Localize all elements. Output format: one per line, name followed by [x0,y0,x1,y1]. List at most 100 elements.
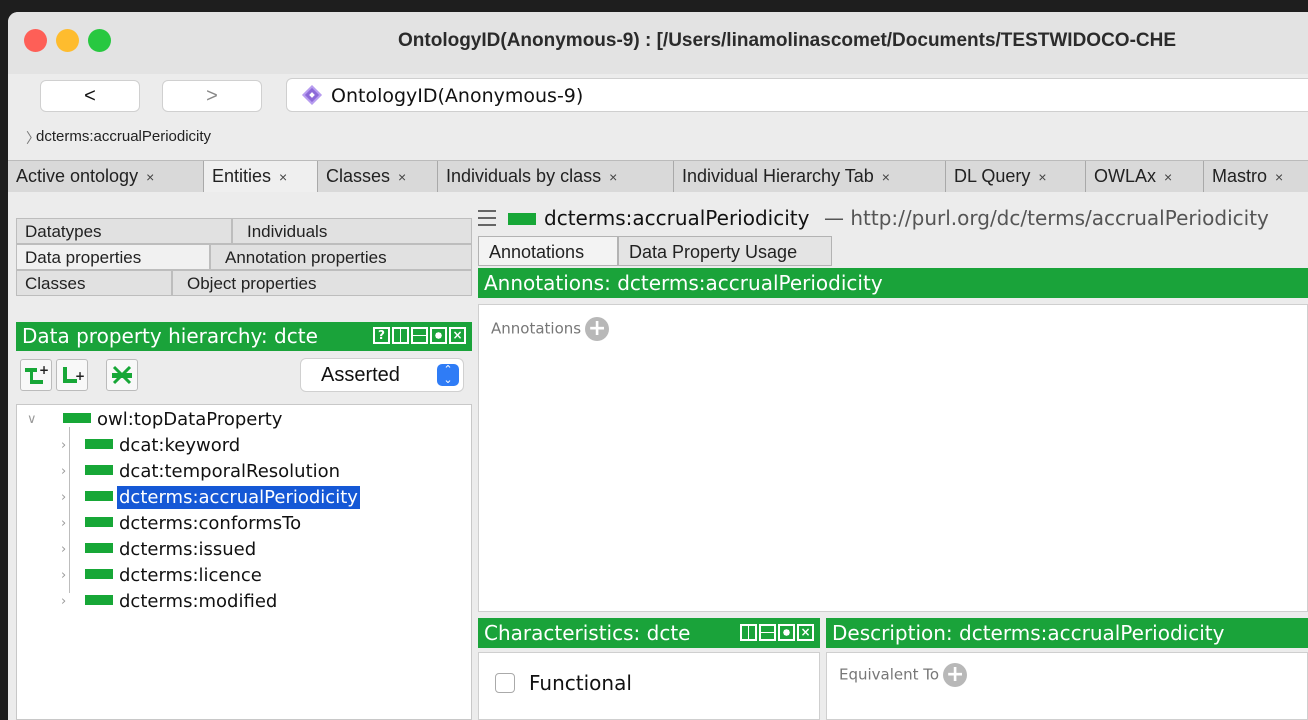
tab-label: Active ontology [16,166,139,186]
tree-node-label: owl:topDataProperty [97,409,283,430]
tab-classes-entity[interactable]: Classes [16,270,172,296]
view-buttons: ? × [371,327,466,351]
tab-owlax[interactable]: OWLAx × [1086,161,1204,192]
tab-active-ontology[interactable]: Active ontology × [8,161,204,192]
tree-root-node[interactable]: ∨ owl:topDataProperty [27,407,284,433]
svg-text:+: + [39,363,49,377]
close-icon[interactable]: × [1038,169,1046,185]
forward-button[interactable]: > [162,80,262,112]
split-vertical-icon[interactable] [740,624,757,641]
tab-label: Classes [326,166,391,186]
add-sub-property-button[interactable]: + [20,359,52,391]
zoom-window-button[interactable] [88,29,111,52]
add-annotation-icon[interactable]: + [585,317,610,341]
add-equivalent-icon[interactable]: + [943,663,968,687]
tab-datatypes[interactable]: Datatypes [16,218,232,244]
close-icon[interactable]: × [1164,169,1172,185]
tab-data-properties[interactable]: Data properties [16,244,210,270]
data-property-icon [85,517,113,527]
entity-iri: — http://purl.org/dc/terms/accrualPeriod… [824,206,1269,230]
ontology-icon [302,85,322,105]
tab-classes[interactable]: Classes × [318,161,438,192]
breadcrumb: 〉 dcterms:accrualPeriodicity [8,118,1308,154]
navigation-bar: < > OntologyID(Anonymous-9) [8,74,1308,118]
annotations-panel: Annotations + [478,304,1308,612]
ontology-address-field[interactable]: OntologyID(Anonymous-9) [286,78,1308,112]
hierarchy-title: Data property hierarchy: dcte [22,324,318,348]
close-view-icon[interactable]: × [449,327,466,344]
equivalent-to-label: Equivalent To [839,665,940,684]
close-window-button[interactable] [24,29,47,52]
annotations-header: Annotations: dcterms:accrualPeriodicity [478,268,1308,298]
tab-mastro[interactable]: Mastro × [1204,161,1308,192]
chevron-right-icon[interactable]: › [61,459,66,485]
tab-individual-hierarchy[interactable]: Individual Hierarchy Tab × [674,161,946,192]
help-icon[interactable]: ? [373,327,390,344]
left-panel: Datatypes Individuals Data properties An… [16,206,472,720]
tab-individuals[interactable]: Individuals [232,218,472,244]
close-icon[interactable]: × [1275,169,1283,185]
close-icon[interactable]: × [279,169,287,185]
split-horizontal-icon[interactable] [411,327,428,344]
tab-annotation-properties[interactable]: Annotation properties [210,244,472,270]
tab-label: Entities [212,166,272,186]
chevron-right-icon[interactable]: › [61,537,66,563]
close-view-icon[interactable]: × [797,624,814,641]
tab-label: OWLAx [1094,166,1157,186]
tree-node[interactable]: › dcat:keyword [61,433,242,459]
tab-annotations[interactable]: Annotations [478,236,618,266]
data-property-icon [85,439,113,449]
chevron-right-icon[interactable]: › [61,433,66,459]
hamburger-menu-icon[interactable] [478,210,496,226]
close-icon[interactable]: × [146,169,154,185]
split-horizontal-icon[interactable] [759,624,776,641]
tree-node-label: dcat:temporalResolution [119,461,341,482]
tab-dl-query[interactable]: DL Query × [946,161,1086,192]
hierarchy-mode-value: Asserted [321,364,400,386]
tree-node-label: dcat:keyword [119,435,241,456]
delete-property-button[interactable] [106,359,138,391]
tree-node[interactable]: › dcterms:issued [61,537,258,563]
minimize-window-button[interactable] [56,29,79,52]
close-icon[interactable]: × [609,169,617,185]
functional-label: Functional [529,671,632,695]
tree-node-selected[interactable]: › dcterms:accrualPeriodicity [61,485,360,511]
hierarchy-mode-select[interactable]: Asserted ⌃ ⌄ [300,358,464,392]
chevron-right-icon[interactable]: › [61,485,66,511]
tree-node[interactable]: › dcat:temporalResolution [61,459,342,485]
tab-label: Mastro [1212,166,1268,186]
float-view-icon[interactable] [430,327,447,344]
tab-label: Individuals by class [446,166,602,186]
tree-node-label: dcterms:modified [119,591,278,612]
float-view-icon[interactable] [778,624,795,641]
tab-entities[interactable]: Entities × [204,161,318,192]
tab-object-properties[interactable]: Object properties [172,270,472,296]
data-property-icon [508,213,536,225]
tree-node-label: dcterms:conformsTo [119,513,302,534]
equivalent-to-row: Equivalent To + [839,663,968,687]
tab-individuals-by-class[interactable]: Individuals by class × [438,161,674,192]
svg-text:+: + [75,369,85,383]
chevron-right-icon[interactable]: › [61,511,66,537]
data-property-icon [85,491,113,501]
tree-node[interactable]: › dcterms:licence [61,563,264,589]
functional-checkbox[interactable] [495,673,515,693]
tree-node[interactable]: › dcterms:modified [61,589,279,615]
close-icon[interactable]: × [882,169,890,185]
chevron-up-down-icon: ⌃ ⌄ [437,364,459,386]
chevron-down-icon[interactable]: ∨ [27,407,37,433]
split-vertical-icon[interactable] [392,327,409,344]
add-sibling-property-button[interactable]: + [56,359,88,391]
delete-property-icon [112,365,132,385]
chevron-right-icon[interactable]: › [61,563,66,589]
chevron-right-icon[interactable]: › [61,589,66,615]
add-sub-property-icon: + [25,363,49,384]
breadcrumb-item[interactable]: dcterms:accrualPeriodicity [36,128,211,145]
property-tree: ∨ owl:topDataProperty › dcat:keyword › d… [16,404,472,720]
data-property-icon [85,465,113,475]
data-property-icon [85,569,113,579]
back-button[interactable]: < [40,80,140,112]
tab-data-property-usage[interactable]: Data Property Usage [618,236,832,266]
close-icon[interactable]: × [398,169,406,185]
tree-node[interactable]: › dcterms:conformsTo [61,511,303,537]
